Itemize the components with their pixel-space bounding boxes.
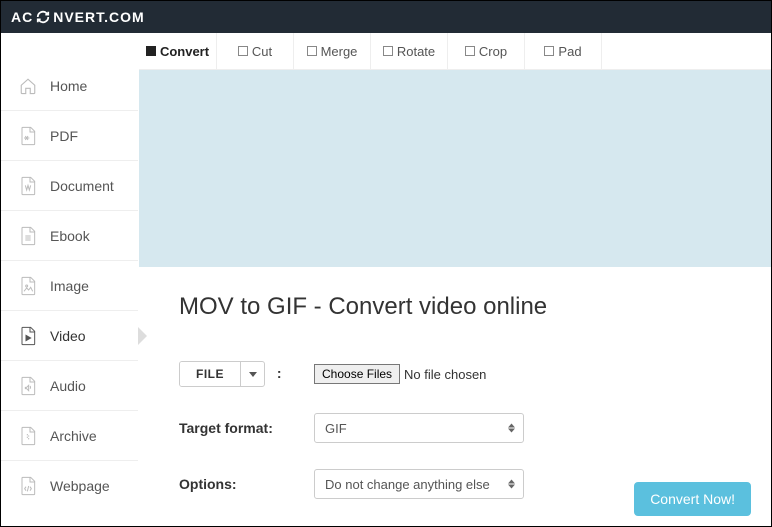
square-icon — [307, 46, 317, 56]
sidebar: Home PDF Document Ebook Image — [1, 33, 139, 526]
pdf-file-icon — [19, 126, 37, 146]
square-icon — [465, 46, 475, 56]
sidebar-item-label: Webpage — [50, 478, 110, 494]
tab-convert[interactable]: Convert — [139, 33, 217, 69]
sidebar-item-audio[interactable]: Audio — [1, 361, 138, 411]
sidebar-item-image[interactable]: Image — [1, 261, 138, 311]
sidebar-item-label: Video — [50, 328, 86, 344]
page-title: MOV to GIF - Convert video online — [179, 293, 731, 321]
sidebar-item-label: Image — [50, 278, 89, 294]
sidebar-item-document[interactable]: Document — [1, 161, 138, 211]
sidebar-item-label: Home — [50, 78, 87, 94]
select-arrows-icon — [508, 424, 515, 433]
caret-down-icon — [240, 362, 264, 386]
tab-label: Merge — [321, 44, 358, 59]
brand-prefix: AC — [11, 9, 33, 25]
sidebar-item-webpage[interactable]: Webpage — [1, 461, 138, 511]
sidebar-item-label: Ebook — [50, 228, 90, 244]
square-icon — [544, 46, 554, 56]
file-chosen-label: No file chosen — [404, 367, 486, 382]
brand-suffix: NVERT.COM — [53, 9, 144, 25]
sidebar-item-label: Audio — [50, 378, 86, 394]
file-source-group: FILE : — [179, 361, 314, 387]
choose-files-button[interactable]: Choose Files — [314, 364, 400, 384]
ebook-file-icon — [19, 226, 37, 246]
options-select[interactable]: Do not change anything else — [314, 469, 524, 499]
options-label: Options: — [179, 476, 314, 492]
sidebar-item-ebook[interactable]: Ebook — [1, 211, 138, 261]
document-file-icon — [19, 176, 37, 196]
target-format-row: Target format: GIF — [179, 413, 731, 443]
square-icon — [146, 46, 156, 56]
home-icon — [19, 76, 37, 96]
tab-crop[interactable]: Crop — [448, 33, 525, 69]
file-source-button-group[interactable]: FILE — [179, 361, 265, 387]
ad-space — [139, 70, 771, 267]
tab-bar: Convert Cut Merge Rotate Crop Pad — [139, 33, 771, 70]
sidebar-item-label: PDF — [50, 128, 78, 144]
refresh-icon — [35, 9, 51, 25]
webpage-file-icon — [19, 476, 37, 496]
file-row: FILE : Choose Files No file chosen — [179, 361, 731, 387]
main-content: Convert Cut Merge Rotate Crop Pad — [139, 33, 771, 526]
sidebar-item-label: Document — [50, 178, 114, 194]
tab-pad[interactable]: Pad — [525, 33, 602, 69]
square-icon — [238, 46, 248, 56]
select-value: Do not change anything else — [325, 477, 490, 492]
sidebar-item-archive[interactable]: Archive — [1, 411, 138, 461]
sidebar-item-label: Archive — [50, 428, 97, 444]
select-arrows-icon — [508, 480, 515, 489]
sidebar-item-pdf[interactable]: PDF — [1, 111, 138, 161]
video-file-icon — [19, 326, 37, 346]
sidebar-item-video[interactable]: Video — [1, 311, 138, 361]
target-format-label: Target format: — [179, 420, 314, 436]
square-icon — [383, 46, 393, 56]
tab-rotate[interactable]: Rotate — [371, 33, 448, 69]
tab-label: Crop — [479, 44, 507, 59]
sidebar-item-home[interactable]: Home — [1, 61, 138, 111]
tab-label: Cut — [252, 44, 272, 59]
top-bar: AC NVERT.COM — [1, 1, 771, 33]
tab-label: Pad — [558, 44, 581, 59]
file-upload-field[interactable]: Choose Files No file chosen — [314, 364, 486, 384]
tab-cut[interactable]: Cut — [217, 33, 294, 69]
file-source-button: FILE — [180, 362, 240, 386]
tab-merge[interactable]: Merge — [294, 33, 371, 69]
audio-file-icon — [19, 376, 37, 396]
select-value: GIF — [325, 421, 347, 436]
target-format-select[interactable]: GIF — [314, 413, 524, 443]
convert-now-button[interactable]: Convert Now! — [634, 482, 751, 516]
image-file-icon — [19, 276, 37, 296]
colon-label: : — [277, 365, 282, 381]
brand-logo[interactable]: AC NVERT.COM — [11, 9, 145, 25]
tab-label: Rotate — [397, 44, 435, 59]
tab-label: Convert — [160, 44, 209, 59]
archive-file-icon — [19, 426, 37, 446]
